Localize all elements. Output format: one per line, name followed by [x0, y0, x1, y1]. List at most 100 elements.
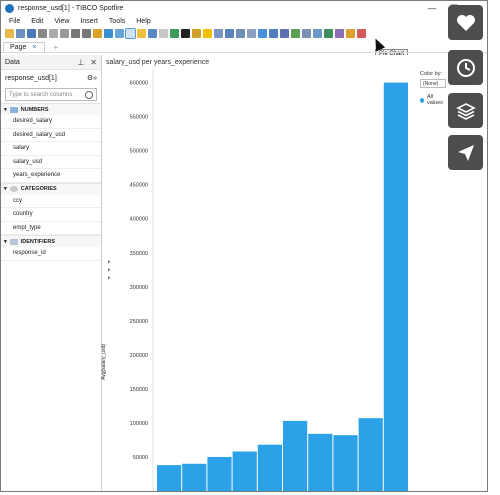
column-search-input[interactable]: Type to search columns [5, 88, 97, 101]
menu-edit[interactable]: Edit [31, 18, 43, 25]
tags-icon[interactable] [170, 29, 179, 38]
menu-file[interactable]: File [9, 18, 20, 25]
column-item[interactable]: salary_usd [1, 156, 101, 169]
settings-icon[interactable]: ⚙» [87, 74, 97, 82]
add-page-button[interactable]: + [53, 43, 58, 52]
heat-map-icon[interactable] [346, 29, 355, 38]
combination-chart-icon[interactable] [280, 29, 289, 38]
data-panel: Data ⊥ ✕ response_usd[1] ⚙» Type to sear… [1, 55, 102, 491]
script-icon[interactable] [192, 29, 201, 38]
menu-tools[interactable]: Tools [109, 18, 125, 25]
group-numbers[interactable]: ▾ NUMBERS [1, 103, 101, 115]
color-by-selector[interactable]: (None) [420, 79, 446, 88]
column-item[interactable]: ccy [1, 195, 101, 208]
save-icon[interactable] [27, 29, 36, 38]
add-data-icon[interactable] [16, 29, 25, 38]
print-icon[interactable] [38, 29, 47, 38]
layers-button[interactable] [448, 93, 483, 128]
y-tick-label: 250000 [130, 319, 148, 325]
undo-icon[interactable] [71, 29, 80, 38]
redo-icon[interactable] [82, 29, 91, 38]
lightbulb-icon[interactable] [203, 29, 212, 38]
tab-page[interactable]: Page × [3, 42, 46, 52]
collapse-icon[interactable]: ▾ [4, 107, 7, 113]
bar[interactable] [283, 420, 308, 491]
categories-icon [9, 186, 18, 192]
map-chart-icon[interactable] [324, 29, 333, 38]
menu-insert[interactable]: Insert [80, 18, 98, 25]
spotfire-logo-icon [5, 3, 14, 13]
share-button[interactable] [448, 135, 483, 170]
line-chart-icon[interactable] [269, 29, 278, 38]
bar-chart[interactable]: 50000 100000 150000 200000 250000 300000 35000… [103, 55, 444, 491]
title-bar: response_usd[1] - TIBCO Spotfire — ☐ ✕ [1, 1, 487, 15]
y-tick-label: 400000 [130, 217, 148, 223]
layers-icon [455, 102, 476, 120]
graphical-table-icon[interactable] [236, 29, 245, 38]
copy-icon[interactable] [60, 29, 69, 38]
column-item[interactable]: country [1, 208, 101, 222]
bar[interactable] [232, 451, 257, 491]
open-folder-icon[interactable] [5, 29, 14, 38]
bar[interactable] [308, 433, 333, 491]
bar[interactable] [182, 463, 207, 491]
legend: Color by: (None) All values [420, 71, 446, 106]
back-icon[interactable] [93, 29, 102, 38]
bar[interactable] [207, 456, 232, 491]
search-placeholder: Type to search columns [9, 91, 73, 98]
column-item[interactable]: years_experience [1, 169, 101, 183]
legend-entry[interactable]: All values [420, 94, 446, 106]
window-title: response_usd[1] - TIBCO Spotfire [18, 4, 124, 12]
scatter-plot-icon[interactable] [302, 29, 311, 38]
3d-scatter-icon[interactable] [313, 29, 322, 38]
y-tick-label: 200000 [130, 353, 148, 359]
column-item[interactable]: response_id [1, 247, 101, 261]
details-icon[interactable] [148, 29, 157, 38]
layout-icon[interactable] [159, 29, 168, 38]
bookmark-icon[interactable] [137, 29, 146, 38]
y-tick-label: 50000 [133, 455, 148, 461]
collapse-icon[interactable]: ▾ [4, 239, 7, 245]
parallel-coordinates-icon[interactable] [357, 29, 366, 38]
page-tab-bar: Page × + [1, 40, 487, 53]
bar-chart-icon[interactable] [258, 29, 267, 38]
menu-help[interactable]: Help [136, 18, 150, 25]
color-scheme-icon[interactable] [181, 29, 190, 38]
bar[interactable] [333, 435, 358, 491]
data-panel-title: Data [5, 58, 20, 66]
cut-icon[interactable] [49, 29, 58, 38]
minimize-button[interactable]: — [421, 1, 443, 15]
favorite-button[interactable] [448, 5, 483, 40]
table-icon[interactable] [214, 29, 223, 38]
collapse-icon[interactable]: ▾ [4, 186, 7, 192]
pie-chart-icon[interactable] [291, 29, 300, 38]
menu-view[interactable]: View [54, 18, 69, 25]
data-table-selector[interactable]: response_usd[1] ⚙» [1, 70, 101, 86]
y-tick-label: 450000 [130, 183, 148, 189]
bar[interactable] [157, 465, 182, 491]
column-item[interactable]: desired_salary_usd [1, 129, 101, 142]
column-item[interactable]: empl_type [1, 222, 101, 235]
legend-title: Color by: [420, 71, 443, 77]
column-item[interactable]: desired_salary [1, 115, 101, 129]
tab-close-icon[interactable]: × [32, 44, 36, 51]
close-icon[interactable]: ✕ [90, 58, 97, 67]
pin-icon[interactable]: ⊥ [77, 58, 84, 67]
clock-icon [456, 58, 475, 77]
filter-panel-icon[interactable] [115, 29, 124, 38]
visualization-area[interactable]: salary_usd per years_experience ▸ ▸ ▸ Avg(… [101, 55, 446, 491]
cross-table-icon[interactable] [225, 29, 234, 38]
column-item[interactable]: salary [1, 142, 101, 156]
bar[interactable] [383, 82, 408, 491]
treemap-icon[interactable] [335, 29, 344, 38]
history-button[interactable] [448, 50, 483, 85]
bar[interactable] [358, 418, 383, 491]
kpi-chart-icon[interactable] [247, 29, 256, 38]
data-panel-icon[interactable] [125, 28, 136, 39]
group-categories[interactable]: ▾ CATEGORIES [1, 182, 101, 195]
group-identifiers[interactable]: ▾ IDENTIFIERS [1, 235, 101, 247]
filter-icon[interactable] [104, 29, 113, 38]
heart-icon [456, 14, 475, 31]
y-tick-label: 150000 [130, 387, 148, 393]
bar[interactable] [257, 444, 282, 491]
